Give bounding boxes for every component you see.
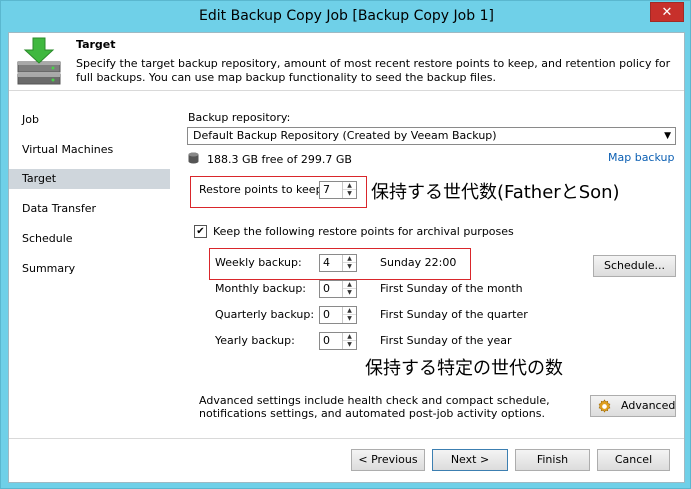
- restore-points-label: Restore points to keep:: [199, 183, 327, 196]
- yearly-backup-stepper[interactable]: 0 ▲ ▼: [319, 332, 357, 350]
- sidebar-item-target[interactable]: Target: [9, 169, 170, 189]
- quarterly-backup-value: 0: [323, 308, 330, 321]
- advanced-description: Advanced settings include health check a…: [199, 394, 550, 420]
- spin-up-icon[interactable]: ▲: [343, 307, 356, 315]
- sidebar-item-schedule[interactable]: Schedule: [9, 229, 170, 249]
- archival-checkbox-label: Keep the following restore points for ar…: [213, 225, 514, 238]
- spin-down-icon[interactable]: ▼: [343, 289, 356, 297]
- schedule-button[interactable]: Schedule...: [593, 255, 676, 277]
- cancel-button[interactable]: Cancel: [597, 449, 670, 471]
- spin-down-icon[interactable]: ▼: [343, 341, 356, 349]
- spin-down-icon[interactable]: ▼: [343, 190, 356, 198]
- map-backup-link[interactable]: Map backup: [608, 151, 674, 164]
- page-title: Target: [76, 38, 116, 51]
- target-header-icon: [17, 37, 61, 85]
- advanced-button[interactable]: Advanced: [590, 395, 676, 417]
- advanced-button-label: Advanced: [621, 399, 676, 412]
- free-space-label: 188.3 GB free of 299.7 GB: [207, 153, 352, 166]
- yearly-backup-value: 0: [323, 334, 330, 347]
- database-icon: [188, 152, 199, 164]
- dropdown-arrow-icon: ▼: [664, 131, 671, 141]
- checkmark-icon: ✔: [196, 226, 205, 237]
- target-panel: Backup repository: Default Backup Reposi…: [179, 92, 684, 437]
- monthly-backup-stepper[interactable]: 0 ▲ ▼: [319, 280, 357, 298]
- spin-up-icon[interactable]: ▲: [343, 182, 356, 190]
- wizard-sidebar: Job Virtual Machines Target Data Transfe…: [9, 92, 177, 437]
- restore-points-annotation: 保持する世代数(FatherとSon): [371, 182, 620, 203]
- wizard-footer: < Previous Next > Finish Cancel: [9, 438, 684, 482]
- yearly-backup-label: Yearly backup:: [215, 334, 295, 347]
- repository-select[interactable]: Default Backup Repository (Created by Ve…: [187, 127, 676, 145]
- wizard-header: Target Specify the target backup reposit…: [9, 33, 684, 91]
- next-button[interactable]: Next >: [432, 449, 508, 471]
- spin-up-icon[interactable]: ▲: [343, 333, 356, 341]
- dialog-window: Edit Backup Copy Job [Backup Copy Job 1]…: [0, 0, 691, 489]
- monthly-schedule-text: First Sunday of the month: [380, 282, 523, 295]
- previous-button[interactable]: < Previous: [351, 449, 425, 471]
- repository-label: Backup repository:: [188, 111, 291, 124]
- repository-value: Default Backup Repository (Created by Ve…: [193, 129, 497, 142]
- finish-button[interactable]: Finish: [515, 449, 590, 471]
- page-description: Specify the target backup repository, am…: [76, 57, 671, 84]
- restore-points-stepper[interactable]: 7 ▲ ▼: [319, 181, 357, 199]
- weekly-backup-stepper[interactable]: 4 ▲ ▼: [319, 254, 357, 272]
- close-button[interactable]: ✕: [650, 2, 684, 22]
- sidebar-item-job[interactable]: Job: [9, 110, 170, 130]
- archival-checkbox[interactable]: ✔: [194, 225, 207, 238]
- dialog-client: Target Specify the target backup reposit…: [8, 32, 685, 483]
- window-title: Edit Backup Copy Job [Backup Copy Job 1]: [199, 8, 494, 24]
- sidebar-item-virtual-machines[interactable]: Virtual Machines: [9, 140, 170, 160]
- quarterly-backup-stepper[interactable]: 0 ▲ ▼: [319, 306, 357, 324]
- spin-down-icon[interactable]: ▼: [343, 263, 356, 271]
- weekly-backup-value: 4: [323, 256, 330, 269]
- restore-points-value: 7: [323, 183, 330, 196]
- quarterly-schedule-text: First Sunday of the quarter: [380, 308, 528, 321]
- quarterly-backup-label: Quarterly backup:: [215, 308, 315, 321]
- weekly-schedule-text: Sunday 22:00: [380, 256, 457, 269]
- monthly-backup-label: Monthly backup:: [215, 282, 307, 295]
- gear-icon: [598, 399, 611, 413]
- spin-up-icon[interactable]: ▲: [343, 281, 356, 289]
- sidebar-item-data-transfer[interactable]: Data Transfer: [9, 199, 170, 219]
- yearly-schedule-text: First Sunday of the year: [380, 334, 512, 347]
- archival-annotation: 保持する特定の世代の数: [365, 358, 563, 379]
- weekly-backup-label: Weekly backup:: [215, 256, 302, 269]
- monthly-backup-value: 0: [323, 282, 330, 295]
- spin-down-icon[interactable]: ▼: [343, 315, 356, 323]
- sidebar-item-summary[interactable]: Summary: [9, 259, 170, 279]
- spin-up-icon[interactable]: ▲: [343, 255, 356, 263]
